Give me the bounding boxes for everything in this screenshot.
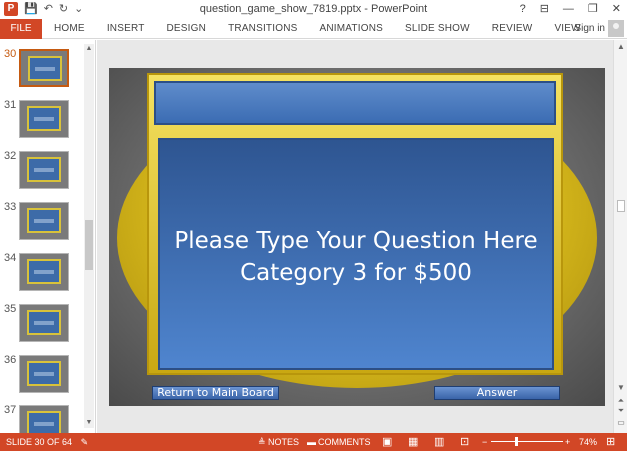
notes-button[interactable]: NOTES: [268, 433, 299, 451]
tab-insert[interactable]: INSERT: [107, 19, 145, 39]
comments-button[interactable]: COMMENTS: [318, 433, 371, 451]
tab-file[interactable]: FILE: [0, 19, 42, 39]
tab-list: HOME INSERT DESIGN TRANSITIONS ANIMATION…: [54, 19, 603, 39]
slide-number: 36: [4, 354, 17, 366]
slide-preview: [19, 49, 69, 87]
slide-number: 31: [4, 99, 17, 111]
powerpoint-window: P 💾 ↶ ↻ ⌄ question_game_show_7819.pptx -…: [0, 0, 627, 451]
slide-scrollbar[interactable]: ▲ ▼ ⏶ ⏷ ▭: [613, 40, 627, 433]
slide-thumbnail[interactable]: 35: [0, 303, 84, 349]
slide-number: 37: [4, 404, 17, 416]
previous-slide-icon[interactable]: ⏶: [614, 396, 627, 406]
ribbon-display-icon[interactable]: ⊟: [540, 2, 549, 16]
tab-home[interactable]: HOME: [54, 19, 85, 39]
thumbnail-scrollbar[interactable]: ▲ ▼: [84, 44, 94, 428]
slide-thumbnail-pane: 30 31 32 33 34 35 36 37 ▲ ▼: [0, 40, 96, 433]
tab-animations[interactable]: ANIMATIONS: [320, 19, 383, 39]
scroll-up-icon[interactable]: ▲: [84, 44, 94, 54]
question-line-2: Category 3 for $500: [240, 260, 472, 286]
spell-check-icon[interactable]: ✎: [81, 437, 89, 447]
zoom-slider-thumb[interactable]: [515, 437, 518, 446]
slide-canvas[interactable]: Please Type Your Question Here Category …: [109, 68, 605, 406]
slide-preview: [19, 202, 69, 240]
slide-thumbnail[interactable]: 30: [0, 48, 84, 94]
status-bar: SLIDE 30 OF 64 ✎ ≜ NOTES ▬ COMMENTS ▣ ▦ …: [0, 433, 627, 451]
slide-thumbnail[interactable]: 31: [0, 99, 84, 145]
restore-icon[interactable]: ❐: [588, 2, 598, 16]
slide-thumbnail[interactable]: 36: [0, 354, 84, 400]
slide-preview: [19, 355, 69, 393]
scroll-down-icon[interactable]: ▼: [614, 383, 627, 392]
scroll-down-icon[interactable]: ▼: [84, 418, 94, 428]
next-slide-icon[interactable]: ⏷: [614, 406, 627, 416]
slide-sorter-icon[interactable]: ▦: [408, 433, 418, 451]
zoom-level[interactable]: 74%: [579, 433, 597, 451]
tab-review[interactable]: REVIEW: [492, 19, 533, 39]
zoom-in-button[interactable]: +: [565, 433, 570, 451]
slide-thumbnail[interactable]: 32: [0, 150, 84, 196]
slide-number: 32: [4, 150, 17, 162]
question-panel[interactable]: Please Type Your Question Here Category …: [158, 138, 554, 370]
slide-preview: [19, 253, 69, 291]
close-icon[interactable]: ✕: [612, 2, 621, 16]
question-text[interactable]: Please Type Your Question Here Category …: [160, 225, 552, 289]
window-controls: ? ⊟ — ❐ ✕: [520, 2, 621, 16]
slide-show-icon[interactable]: ⊡: [460, 433, 469, 451]
slide-thumbnail[interactable]: 34: [0, 252, 84, 298]
slide-preview: [19, 304, 69, 342]
slide-number: 34: [4, 252, 17, 264]
slide-editor: Please Type Your Question Here Category …: [97, 40, 613, 433]
answer-button[interactable]: Answer: [434, 386, 560, 400]
slide-number: 33: [4, 201, 17, 213]
fit-to-window-icon[interactable]: ⊞: [606, 433, 615, 451]
slide-preview: [19, 151, 69, 189]
slide-counter: SLIDE 30 OF 64 ✎: [6, 433, 88, 451]
scroll-up-icon[interactable]: ▲: [614, 42, 627, 51]
fit-slide-icon[interactable]: ▭: [614, 418, 627, 427]
tab-transitions[interactable]: TRANSITIONS: [228, 19, 297, 39]
slide-thumbnail[interactable]: 37: [0, 404, 84, 433]
comments-icon[interactable]: ▬: [307, 433, 316, 451]
title-bar: P 💾 ↶ ↻ ⌄ question_game_show_7819.pptx -…: [0, 0, 627, 19]
tab-slide-show[interactable]: SLIDE SHOW: [405, 19, 470, 39]
reading-view-icon[interactable]: ▥: [434, 433, 444, 451]
notes-icon[interactable]: ≜: [258, 433, 266, 451]
slide-count-label: SLIDE 30 OF 64: [6, 437, 73, 447]
normal-view-icon[interactable]: ▣: [382, 433, 392, 451]
sign-in-link[interactable]: Sign in: [574, 19, 605, 39]
slide-number: 35: [4, 303, 17, 315]
ribbon-tabs: FILE HOME INSERT DESIGN TRANSITIONS ANIM…: [0, 19, 627, 39]
slide-number: 30: [4, 48, 17, 60]
slide-preview: [19, 100, 69, 138]
zoom-slider[interactable]: [491, 441, 563, 442]
tab-design[interactable]: DESIGN: [167, 19, 207, 39]
minimize-icon[interactable]: —: [563, 2, 574, 16]
return-to-main-board-button[interactable]: Return to Main Board: [152, 386, 279, 400]
slide-preview: [19, 405, 69, 433]
scrollbar-thumb[interactable]: [617, 200, 625, 212]
question-line-1: Please Type Your Question Here: [174, 228, 538, 254]
category-title-box[interactable]: [154, 81, 556, 125]
help-icon[interactable]: ?: [520, 2, 526, 16]
zoom-out-button[interactable]: −: [482, 433, 487, 451]
slide-thumbnail[interactable]: 33: [0, 201, 84, 247]
scrollbar-thumb[interactable]: [85, 220, 93, 270]
avatar[interactable]: [608, 20, 624, 37]
